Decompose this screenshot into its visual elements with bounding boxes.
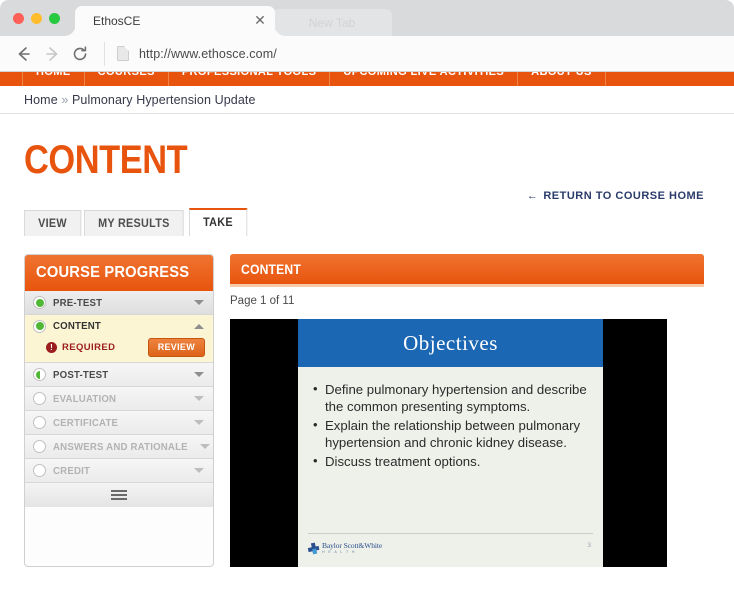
tab-take[interactable]: TAKE (188, 208, 247, 236)
nav-item-courses[interactable]: COURSES (85, 72, 169, 86)
required-alert-icon: ! (46, 342, 57, 353)
tabs-row: ← RETURN TO COURSE HOME VIEW MY RESULTS … (0, 190, 734, 236)
slide-player[interactable]: Objectives Define pulmonary hypertension… (230, 319, 667, 567)
content-panel: CONTENT Page 1 of 11 Objectives Define p… (230, 254, 704, 567)
tab-my-results[interactable]: MY RESULTS (83, 210, 184, 236)
status-partial-icon (33, 368, 46, 381)
sidebar-item-content-detail: ! REQUIRED REVIEW (25, 337, 213, 363)
required-label: REQUIRED (62, 342, 116, 353)
browser-toolbar: http://www.ethosce.com/ (0, 36, 734, 72)
chevron-down-icon[interactable] (194, 396, 204, 401)
close-icon[interactable]: ✕ (253, 13, 267, 28)
sidebar-item-answers-and-rationale[interactable]: ANSWERS AND RATIONALE (25, 435, 213, 459)
slide-title-bar: Objectives (298, 319, 603, 367)
course-progress-sidebar: COURSE PROGRESS PRE-TEST CONTENT ! REQUI… (24, 254, 214, 567)
new-tab-placeholder[interactable]: New Tab (272, 9, 392, 36)
page-document-icon (117, 46, 129, 61)
browser-tab-title: EthosCE (93, 14, 141, 28)
course-progress-title-text: COURSE PROGRESS (36, 264, 190, 281)
baylor-cross-icon (307, 542, 320, 555)
required-badge: ! REQUIRED (46, 342, 148, 353)
breadcrumb-separator: » (61, 92, 69, 107)
browser-window: New Tab EthosCE ✕ http://www.ethosce.com… (0, 0, 734, 590)
chevron-down-icon[interactable] (199, 444, 210, 449)
return-link-label: RETURN TO COURSE HOME (543, 190, 704, 202)
nav-item-home[interactable]: HOME (22, 72, 85, 86)
minimize-window-dot[interactable] (31, 13, 42, 24)
baylor-scott-white-logo: Baylor Scott&White H E A L T H (307, 541, 383, 555)
window-controls (13, 13, 60, 24)
status-complete-icon (33, 319, 46, 333)
sidebar-item-label: EVALUATION (53, 392, 117, 405)
logo-name: Baylor Scott&White (322, 541, 383, 551)
chevron-down-icon[interactable] (194, 468, 204, 473)
slide-body: Define pulmonary hypertension and descri… (298, 367, 603, 533)
hamburger-menu-icon[interactable] (111, 490, 127, 500)
sidebar-item-post-test[interactable]: POST-TEST (25, 363, 213, 387)
chevron-down-icon[interactable] (194, 300, 204, 305)
browser-tab-ethosce[interactable]: EthosCE ✕ (75, 6, 275, 36)
main-content: COURSE PROGRESS PRE-TEST CONTENT ! REQUI… (24, 254, 734, 567)
tab-view[interactable]: VIEW (24, 210, 81, 236)
breadcrumb-home[interactable]: Home (24, 93, 58, 107)
page-viewport: HOME COURSES PROFESSIONAL TOOLS UPCOMING… (0, 72, 734, 590)
slide-bullet: Discuss treatment options. (312, 452, 591, 470)
breadcrumb-bar: Home » Pulmonary Hypertension Update (0, 86, 734, 114)
url-bar[interactable]: http://www.ethosce.com/ (104, 41, 724, 66)
slide-number: 3 (587, 542, 591, 549)
status-incomplete-icon (33, 392, 46, 405)
logo-subtitle: H E A L T H (322, 549, 356, 554)
reload-icon[interactable] (66, 40, 94, 68)
sidebar-item-label: ANSWERS AND RATIONALE (53, 440, 188, 453)
sidebar-item-label: PRE-TEST (53, 296, 103, 309)
page-counter: Page 1 of 11 (230, 295, 295, 307)
chevron-down-icon[interactable] (194, 420, 204, 425)
slide: Objectives Define pulmonary hypertension… (298, 319, 603, 567)
nav-item-about-us[interactable]: ABOUT US (518, 72, 606, 86)
panel-underline (230, 284, 704, 287)
nav-item-professional-tools[interactable]: PROFESSIONAL TOOLS (169, 72, 331, 86)
maximize-window-dot[interactable] (49, 13, 60, 24)
content-panel-title-text: CONTENT (241, 261, 301, 277)
sidebar-footer[interactable] (25, 483, 213, 507)
status-complete-icon (33, 296, 46, 309)
slide-bullet: Explain the relationship between pulmona… (312, 416, 591, 451)
status-incomplete-icon (33, 464, 46, 477)
url-text: http://www.ethosce.com/ (139, 46, 277, 61)
status-incomplete-icon (33, 440, 46, 453)
slide-footer: Baylor Scott&White H E A L T H 3 (308, 533, 593, 563)
breadcrumb: Home » Pulmonary Hypertension Update (24, 93, 256, 107)
close-window-dot[interactable] (13, 13, 24, 24)
page-title: CONTENT (24, 138, 188, 182)
status-incomplete-icon (33, 416, 46, 429)
slide-bullet-list: Define pulmonary hypertension and descri… (312, 380, 591, 470)
return-to-course-home-link[interactable]: ← RETURN TO COURSE HOME (527, 190, 704, 202)
sidebar-item-label: CERTIFICATE (53, 416, 119, 429)
chevron-up-icon[interactable] (194, 323, 204, 329)
forward-arrow-icon[interactable] (38, 40, 66, 68)
sidebar-item-content[interactable]: CONTENT (25, 315, 213, 337)
sidebar-item-label: CREDIT (53, 464, 91, 477)
slide-title: Objectives (403, 330, 498, 355)
sidebar-item-credit[interactable]: CREDIT (25, 459, 213, 483)
sidebar-item-label: POST-TEST (53, 368, 109, 381)
course-progress-title: COURSE PROGRESS (25, 255, 213, 291)
left-arrow-icon: ← (526, 190, 539, 202)
sidebar-item-certificate[interactable]: CERTIFICATE (25, 411, 213, 435)
nav-item-upcoming-live-activities[interactable]: UPCOMING LIVE ACTIVITIES (330, 72, 519, 86)
site-navigation-bar: HOME COURSES PROFESSIONAL TOOLS UPCOMING… (0, 72, 734, 86)
back-arrow-icon[interactable] (10, 40, 38, 68)
content-panel-title: CONTENT (230, 254, 704, 284)
activity-tabs: VIEW MY RESULTS TAKE (24, 208, 249, 236)
sidebar-item-label: CONTENT (53, 320, 101, 332)
sidebar-item-pre-test[interactable]: PRE-TEST (25, 291, 213, 315)
sidebar-item-evaluation[interactable]: EVALUATION (25, 387, 213, 411)
browser-tab-strip: New Tab EthosCE ✕ (0, 0, 734, 36)
slide-bullet: Define pulmonary hypertension and descri… (312, 380, 591, 415)
breadcrumb-current: Pulmonary Hypertension Update (71, 92, 256, 107)
chevron-down-icon[interactable] (194, 372, 204, 377)
review-button[interactable]: REVIEW (147, 338, 205, 357)
